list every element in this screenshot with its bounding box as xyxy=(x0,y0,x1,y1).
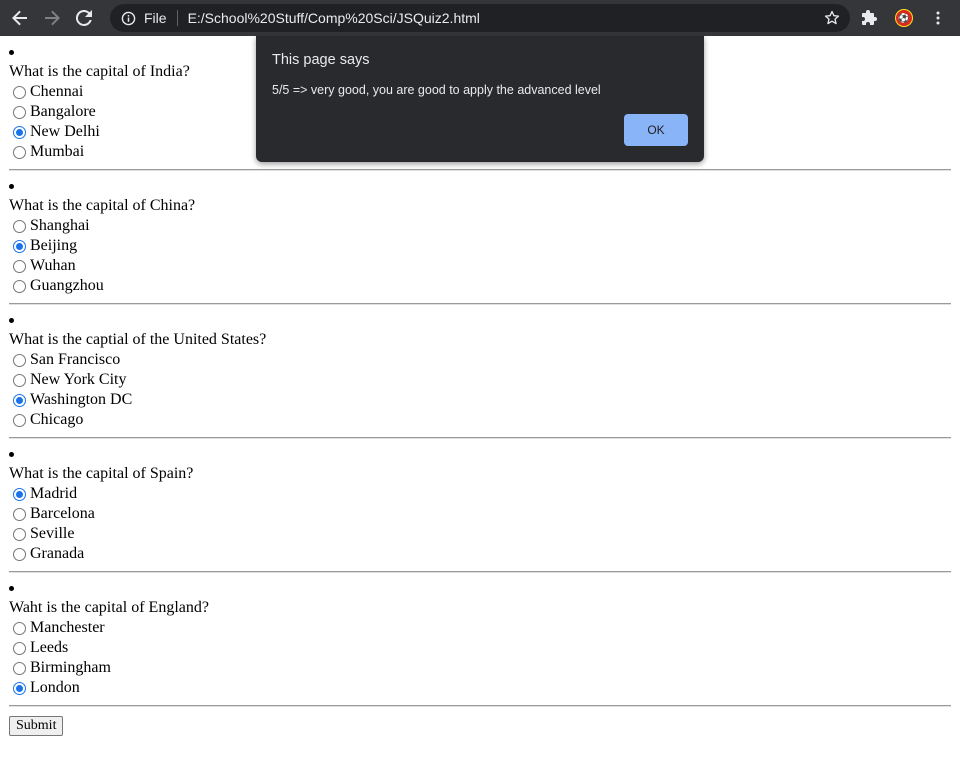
question-block: Waht is the capital of England? Manchest… xyxy=(9,580,951,707)
radio-button-checked[interactable] xyxy=(13,487,26,501)
answer-option[interactable]: Wuhan xyxy=(9,256,951,276)
radio-button-checked[interactable] xyxy=(13,125,26,139)
radio-button[interactable] xyxy=(13,413,26,427)
option-label: Chennai xyxy=(30,83,84,100)
radio-button[interactable] xyxy=(13,85,26,99)
dialog-message: 5/5 => very good, you are good to apply … xyxy=(272,83,601,97)
divider xyxy=(9,437,951,439)
option-label: London xyxy=(30,679,80,696)
question-block: What is the capital of China? Shanghai B… xyxy=(9,178,951,305)
dialog-title: This page says xyxy=(272,52,370,68)
option-label: Shanghai xyxy=(30,217,90,234)
scheme-label: File xyxy=(144,10,167,26)
answer-option[interactable]: Chicago xyxy=(9,410,951,430)
answer-option[interactable]: San Francisco xyxy=(9,350,951,370)
question-text: What is the captial of the United States… xyxy=(9,331,267,348)
radio-button[interactable] xyxy=(13,621,26,635)
address-bar[interactable]: File E:/School%20Stuff/Comp%20Sci/JSQuiz… xyxy=(110,4,850,32)
submit-button[interactable]: Submit xyxy=(9,716,64,736)
option-label: Beijing xyxy=(30,237,78,254)
kebab-menu-icon[interactable] xyxy=(926,6,950,30)
answer-option[interactable]: Shanghai xyxy=(9,216,951,236)
divider xyxy=(9,705,951,707)
option-label: Chicago xyxy=(30,411,84,428)
option-label: Manchester xyxy=(30,619,105,636)
profile-avatar-icon[interactable]: ⚽ xyxy=(892,6,916,30)
divider xyxy=(9,571,951,573)
divider xyxy=(9,303,951,305)
alert-dialog: This page says 5/5 => very good, you are… xyxy=(256,36,704,162)
divider xyxy=(9,169,951,171)
option-label: Barcelona xyxy=(30,505,95,522)
answer-option[interactable]: Madrid xyxy=(9,484,951,504)
radio-button[interactable] xyxy=(13,507,26,521)
list-bullet xyxy=(9,446,951,464)
question-text: What is the capital of China? xyxy=(9,197,196,214)
answer-option[interactable]: Guangzhou xyxy=(9,276,951,296)
answer-option[interactable]: London xyxy=(9,678,951,698)
browser-toolbar: File E:/School%20Stuff/Comp%20Sci/JSQuiz… xyxy=(0,0,960,36)
radio-button[interactable] xyxy=(13,547,26,561)
radio-button-checked[interactable] xyxy=(13,681,26,695)
option-label: Seville xyxy=(30,525,75,542)
answer-option[interactable]: Washington DC xyxy=(9,390,951,410)
option-label: Bangalore xyxy=(30,103,96,120)
option-label: New York City xyxy=(30,371,127,388)
radio-button[interactable] xyxy=(13,641,26,655)
radio-button[interactable] xyxy=(13,661,26,675)
list-bullet xyxy=(9,178,951,196)
url-text[interactable]: E:/School%20Stuff/Comp%20Sci/JSQuiz2.htm… xyxy=(188,10,480,26)
radio-button-checked[interactable] xyxy=(13,393,26,407)
radio-button[interactable] xyxy=(13,373,26,387)
radio-button-checked[interactable] xyxy=(13,239,26,253)
puzzle-extensions-icon[interactable] xyxy=(858,6,882,30)
radio-button[interactable] xyxy=(13,527,26,541)
option-label: New Delhi xyxy=(30,123,100,140)
option-label: Birmingham xyxy=(30,659,111,676)
forward-arrow-icon[interactable] xyxy=(40,6,64,30)
question-block: What is the captial of the United States… xyxy=(9,312,951,439)
radio-button[interactable] xyxy=(13,279,26,293)
ok-button[interactable]: OK xyxy=(624,114,688,146)
address-divider xyxy=(176,10,178,26)
radio-button[interactable] xyxy=(13,353,26,367)
question-block: What is the capital of Spain? Madrid Bar… xyxy=(9,446,951,573)
option-label: Washington DC xyxy=(30,391,133,408)
question-text: What is the capital of Spain? xyxy=(9,465,194,482)
option-label: San Francisco xyxy=(30,351,121,368)
info-icon[interactable] xyxy=(120,10,136,26)
answer-option[interactable]: Manchester xyxy=(9,618,951,638)
answer-option[interactable]: Barcelona xyxy=(9,504,951,524)
answer-option[interactable]: Beijing xyxy=(9,236,951,256)
answer-option[interactable]: Birmingham xyxy=(9,658,951,678)
option-label: Mumbai xyxy=(30,143,85,160)
reload-icon[interactable] xyxy=(72,6,96,30)
question-text: Waht is the capital of England? xyxy=(9,599,209,616)
star-icon[interactable] xyxy=(824,10,840,26)
radio-button[interactable] xyxy=(13,145,26,159)
answer-option[interactable]: New York City xyxy=(9,370,951,390)
answer-option[interactable]: Granada xyxy=(9,544,951,564)
list-bullet xyxy=(9,312,951,330)
radio-button[interactable] xyxy=(13,219,26,233)
option-label: Madrid xyxy=(30,485,78,502)
crest-icon: ⚽ xyxy=(895,9,913,27)
back-arrow-icon[interactable] xyxy=(8,6,32,30)
answer-option[interactable]: Seville xyxy=(9,524,951,544)
radio-button[interactable] xyxy=(13,259,26,273)
option-label: Wuhan xyxy=(30,257,76,274)
list-bullet xyxy=(9,580,951,598)
radio-button[interactable] xyxy=(13,105,26,119)
option-label: Leeds xyxy=(30,639,69,656)
option-label: Guangzhou xyxy=(30,277,104,294)
option-label: Granada xyxy=(30,545,85,562)
answer-option[interactable]: Leeds xyxy=(9,638,951,658)
